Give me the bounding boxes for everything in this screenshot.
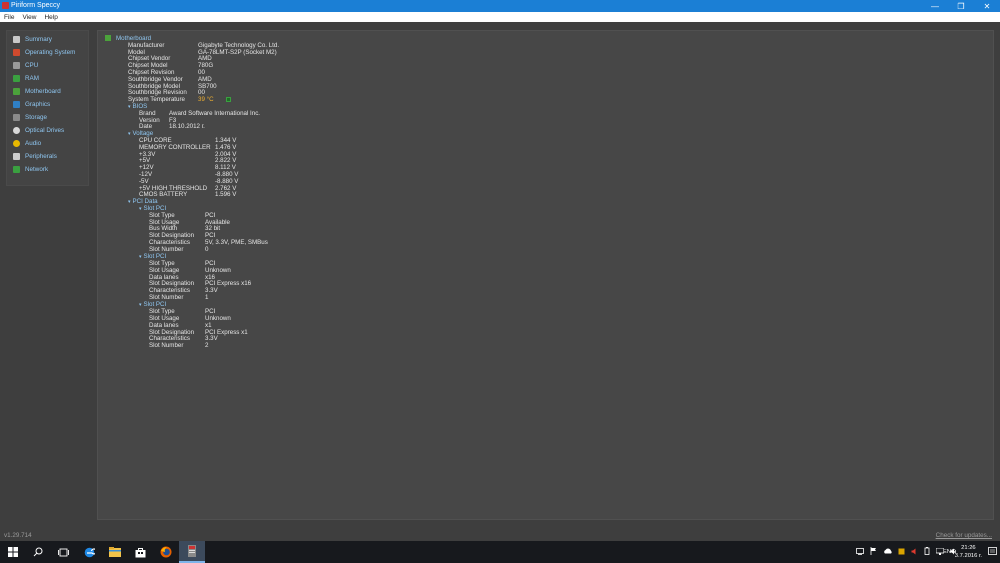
property-row: Date 18.10.2012 г. <box>98 123 698 130</box>
sidebar-item-label: Network <box>25 165 49 173</box>
sidebar-item-motherboard[interactable]: Motherboard <box>13 86 61 96</box>
network-icon <box>13 165 20 173</box>
sidebar-item-label: Operating System <box>25 48 76 56</box>
motherboard-icon <box>13 87 20 95</box>
sidebar-item-label: Optical Drives <box>25 126 65 134</box>
sidebar-item-optical-drives[interactable]: Optical Drives <box>13 125 64 135</box>
speccy-icon[interactable] <box>179 541 205 563</box>
security-icon[interactable] <box>898 548 905 557</box>
speccy-app-icon <box>2 2 9 9</box>
property-row: Slot Number 2 <box>98 342 698 349</box>
minimize-button[interactable]: — <box>922 0 948 12</box>
graphics-icon <box>13 100 20 108</box>
disc-icon <box>13 126 20 134</box>
start-icon[interactable] <box>0 541 26 563</box>
sidebar-item-label: Summary <box>25 35 52 43</box>
property-key: Slot Number <box>149 294 184 301</box>
store-icon[interactable] <box>127 541 153 563</box>
sidebar-item-label: Graphics <box>25 100 51 108</box>
sidebar-item-label: RAM <box>25 74 39 82</box>
property-value: 39 °C <box>198 96 214 104</box>
sidebar-item-label: Audio <box>25 139 42 147</box>
property-value: 1.596 V <box>215 191 237 199</box>
property-key: Slot Number <box>149 245 184 253</box>
speaker-icon[interactable] <box>911 548 918 557</box>
sidebar: Summary Operating System CPU RAM Motherboard… <box>6 30 89 186</box>
clock-date: 3.7.2016 г. <box>954 553 982 559</box>
task-view-icon[interactable] <box>50 541 76 563</box>
flag-icon[interactable] <box>870 547 877 557</box>
temperature-status-icon <box>226 97 231 103</box>
clock-time: 21:26 <box>961 545 976 551</box>
storage-icon <box>13 113 20 121</box>
language-indicator[interactable]: ENG <box>943 549 956 555</box>
sidebar-item-label: Motherboard <box>25 87 61 95</box>
sidebar-item-network[interactable]: Network <box>13 164 48 174</box>
ram-icon <box>13 74 20 82</box>
action-center-icon[interactable] <box>988 547 997 556</box>
menu-bar: File View Help <box>0 12 1000 22</box>
edge-icon[interactable] <box>76 541 102 563</box>
property-key: Slot Number <box>149 342 184 350</box>
firefox-icon[interactable] <box>153 541 179 563</box>
taskbar: ENG 21:26 3.7.2016 г. <box>0 541 1000 563</box>
sidebar-item-label: Storage <box>25 113 48 121</box>
property-row: System Temperature 39 °C <box>98 96 698 103</box>
summary-icon <box>13 35 20 43</box>
sidebar-item-cpu[interactable]: CPU <box>13 60 38 70</box>
sidebar-item-graphics[interactable]: Graphics <box>13 99 50 109</box>
sidebar-item-ram[interactable]: RAM <box>13 73 39 83</box>
property-value: 0 <box>205 245 209 253</box>
title-bar: Piriform Speccy — ❐ ✕ <box>0 0 1000 12</box>
collapse-toggle-icon[interactable]: ▾ <box>128 199 131 205</box>
menu-file[interactable]: File <box>4 14 14 21</box>
sidebar-item-label: CPU <box>25 61 39 69</box>
window-controls: — ❐ ✕ <box>922 0 1000 12</box>
cpu-icon <box>13 61 20 69</box>
sidebar-item-peripherals[interactable]: Peripherals <box>13 151 57 161</box>
sidebar-item-summary[interactable]: Summary <box>13 34 52 44</box>
sidebar-item-storage[interactable]: Storage <box>13 112 47 122</box>
maximize-button[interactable]: ❐ <box>948 0 974 12</box>
motherboard-icon <box>105 35 111 41</box>
sidebar-item-audio[interactable]: Audio <box>13 138 41 148</box>
property-value: 18.10.2012 г. <box>169 123 205 131</box>
details-panel: Motherboard Manufacturer Gigabyte Technolo… <box>97 30 994 520</box>
close-button[interactable]: ✕ <box>974 0 1000 12</box>
sidebar-item-operating-system[interactable]: Operating System <box>13 47 75 57</box>
version-label: v1.29.714 <box>4 532 32 539</box>
property-row: Slot Number 1 <box>98 294 698 301</box>
menu-view[interactable]: View <box>22 14 36 21</box>
property-row: Slot Number 0 <box>98 246 698 253</box>
onedrive-icon[interactable] <box>883 548 892 556</box>
check-updates-link[interactable]: Check for updates... <box>936 532 992 539</box>
mouse-icon <box>13 152 20 160</box>
property-value: 1 <box>205 294 209 301</box>
status-bar: v1.29.714 Check for updates... <box>0 531 1000 541</box>
windows-icon <box>13 48 20 56</box>
search-icon[interactable] <box>25 541 51 563</box>
audio-icon <box>13 139 20 147</box>
notifications-tray-icon[interactable] <box>856 547 864 557</box>
window-title: Piriform Speccy <box>11 2 61 9</box>
file-explorer-icon[interactable] <box>102 541 128 563</box>
property-value: 2 <box>205 342 209 350</box>
sidebar-item-label: Peripherals <box>25 152 57 160</box>
power-icon[interactable] <box>924 547 930 557</box>
clock[interactable]: 21:26 3.7.2016 г. <box>955 544 982 560</box>
menu-help[interactable]: Help <box>44 14 57 21</box>
property-row: CMOS BATTERY 1.596 V <box>98 191 698 198</box>
